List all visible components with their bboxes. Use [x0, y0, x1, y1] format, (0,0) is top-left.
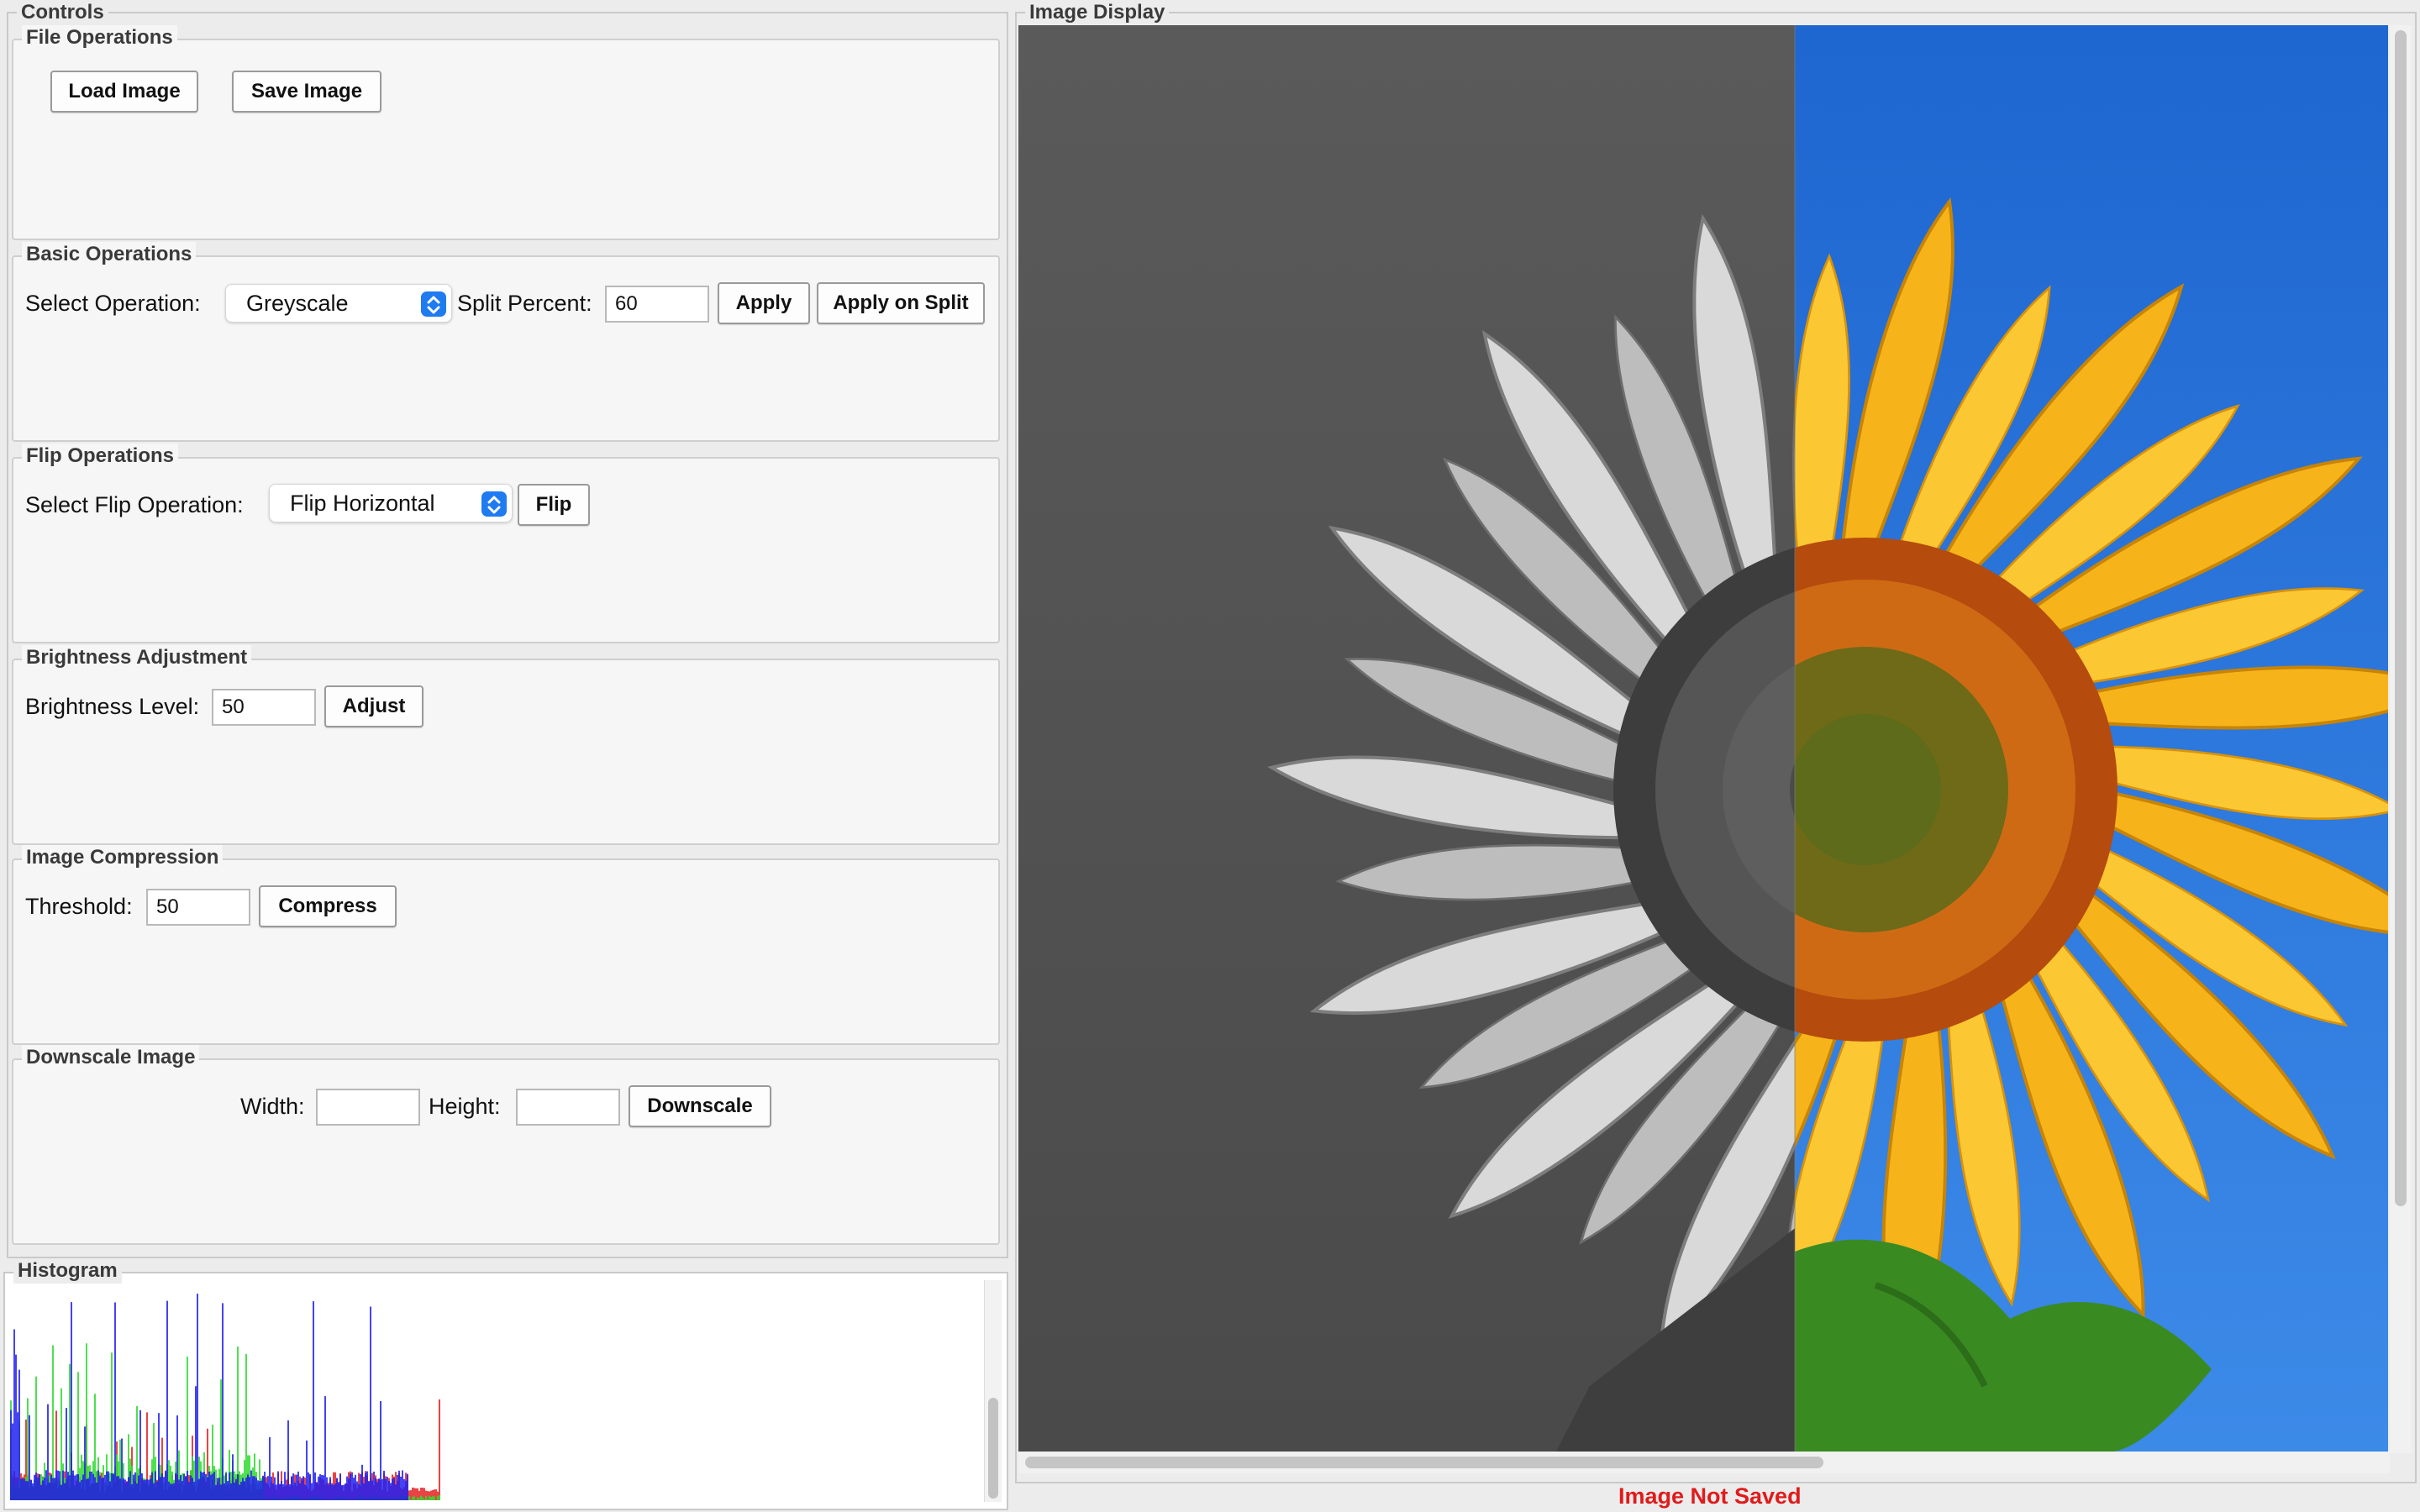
histogram-scrollbar[interactable]	[984, 1280, 1002, 1502]
brightness-title: Brightness Adjustment	[22, 645, 252, 670]
histogram-title: Histogram	[13, 1258, 122, 1284]
width-input[interactable]	[316, 1089, 420, 1126]
save-status-text: Image Not Saved	[1618, 1483, 1802, 1509]
basic-operations-panel: Basic Operations Select Operation: Greys…	[12, 242, 1000, 442]
threshold-input[interactable]: 50	[146, 889, 250, 926]
histogram-scrollbar-thumb[interactable]	[988, 1398, 998, 1499]
compression-panel: Image Compression Threshold: 50 Compress	[12, 845, 1000, 1045]
brightness-level-label: Brightness Level:	[25, 694, 200, 719]
save-image-button[interactable]: Save Image	[232, 71, 381, 113]
file-operations-title: File Operations	[22, 25, 177, 50]
controls-title: Controls	[17, 0, 108, 25]
chevron-updown-icon	[481, 491, 507, 517]
image-horizontal-scrollbar-thumb[interactable]	[1025, 1457, 1823, 1468]
apply-on-split-button[interactable]: Apply on Split	[817, 282, 985, 324]
operation-select[interactable]: Greyscale	[225, 284, 452, 323]
flip-operations-title: Flip Operations	[22, 444, 179, 469]
downscale-title: Downscale Image	[22, 1045, 200, 1070]
compression-title: Image Compression	[22, 845, 224, 870]
flip-select-value: Flip Horizontal	[290, 491, 435, 516]
histogram-chart	[10, 1294, 440, 1500]
flip-operation-select[interactable]: Flip Horizontal	[269, 484, 513, 522]
threshold-label: Threshold:	[25, 894, 133, 919]
sunflower-image	[1018, 25, 2388, 1452]
basic-operations-title: Basic Operations	[22, 242, 197, 267]
brightness-panel: Brightness Adjustment Brightness Level: …	[12, 645, 1000, 845]
brightness-level-input[interactable]: 50	[212, 689, 316, 726]
image-vertical-scrollbar-thumb[interactable]	[2395, 30, 2407, 1206]
adjust-button[interactable]: Adjust	[324, 685, 424, 727]
image-display-title: Image Display	[1025, 0, 1170, 25]
select-operation-label: Select Operation:	[25, 291, 201, 316]
split-percent-input[interactable]: 60	[605, 286, 709, 323]
file-operations-panel: File Operations Load Image Save Image	[12, 25, 1000, 240]
operation-select-value: Greyscale	[246, 291, 349, 316]
flip-operations-panel: Flip Operations Select Flip Operation: F…	[12, 444, 1000, 643]
downscale-panel: Downscale Image Width: Height: Downscale	[12, 1045, 1000, 1245]
height-input[interactable]	[516, 1089, 620, 1126]
select-flip-operation-label: Select Flip Operation:	[25, 492, 244, 517]
flip-button[interactable]: Flip	[518, 484, 590, 526]
histogram-section: Histogram	[3, 1258, 1008, 1510]
image-vertical-scrollbar[interactable]	[2390, 25, 2412, 1453]
compress-button[interactable]: Compress	[259, 885, 397, 927]
height-label: Height:	[429, 1094, 501, 1119]
image-horizontal-scrollbar[interactable]	[1018, 1452, 2390, 1473]
chevron-updown-icon	[421, 291, 446, 317]
load-image-button[interactable]: Load Image	[50, 71, 198, 113]
downscale-button[interactable]: Downscale	[629, 1085, 771, 1127]
apply-button[interactable]: Apply	[718, 282, 810, 324]
split-percent-label: Split Percent:	[457, 291, 592, 316]
width-label: Width:	[240, 1094, 305, 1119]
